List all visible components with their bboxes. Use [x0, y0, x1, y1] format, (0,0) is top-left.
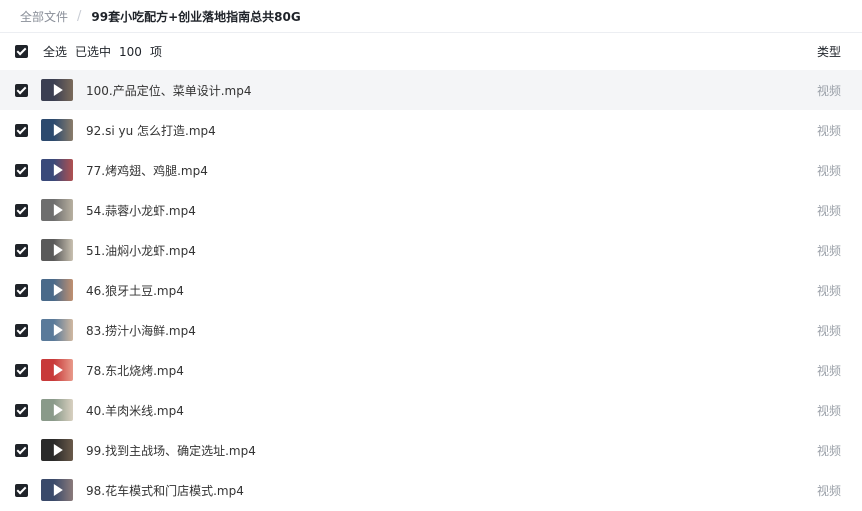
file-row[interactable]: 100.产品定位、菜单设计.mp4 视频 — [0, 70, 862, 110]
video-thumbnail[interactable] — [41, 479, 73, 501]
file-type: 视频 — [816, 363, 841, 378]
file-row[interactable]: 99.找到主战场、确定选址.mp4 视频 — [0, 430, 862, 470]
file-type: 视频 — [816, 283, 841, 298]
file-row[interactable]: 40.羊肉米线.mp4 视频 — [0, 390, 862, 430]
file-type: 视频 — [816, 443, 841, 458]
video-thumbnail[interactable] — [41, 159, 73, 181]
file-checkbox[interactable] — [15, 203, 28, 217]
play-icon — [53, 324, 63, 336]
video-thumbnail[interactable] — [41, 359, 73, 381]
list-header: 全选 已选中 100 项 类型 — [0, 33, 862, 70]
file-row[interactable]: 54.蒜蓉小龙虾.mp4 视频 — [0, 190, 862, 230]
file-checkbox[interactable] — [15, 483, 28, 497]
play-icon — [53, 204, 63, 216]
play-icon — [53, 244, 63, 256]
video-thumbnail[interactable] — [41, 199, 73, 221]
selected-count: 100 — [119, 44, 142, 59]
file-type: 视频 — [816, 83, 841, 98]
video-thumbnail[interactable] — [41, 319, 73, 341]
play-icon — [53, 364, 63, 376]
file-type: 视频 — [816, 123, 841, 138]
file-name[interactable]: 98.花车模式和门店模式.mp4 — [86, 482, 244, 499]
file-type: 视频 — [816, 403, 841, 418]
play-icon — [53, 164, 63, 176]
play-icon — [53, 124, 63, 136]
file-name[interactable]: 54.蒜蓉小龙虾.mp4 — [86, 202, 196, 219]
selected-label: 已选中 — [75, 45, 112, 59]
video-thumbnail[interactable] — [41, 399, 73, 421]
breadcrumb: 全部文件 / 99套小吃配方+创业落地指南总共80G — [0, 0, 862, 33]
play-icon — [53, 444, 63, 456]
file-list: 100.产品定位、菜单设计.mp4 视频 92.si yu 怎么打造.mp4 视频 77… — [0, 70, 862, 510]
file-name[interactable]: 51.油焖小龙虾.mp4 — [86, 242, 196, 259]
video-thumbnail[interactable] — [41, 119, 73, 141]
file-row[interactable]: 51.油焖小龙虾.mp4 视频 — [0, 230, 862, 270]
file-checkbox[interactable] — [15, 83, 28, 97]
play-icon — [53, 484, 63, 496]
file-row[interactable]: 46.狼牙土豆.mp4 视频 — [0, 270, 862, 310]
file-checkbox[interactable] — [15, 163, 28, 177]
video-thumbnail[interactable] — [41, 439, 73, 461]
play-icon — [53, 284, 63, 296]
select-all-label[interactable]: 全选 — [43, 43, 67, 60]
play-icon — [53, 84, 63, 96]
file-name[interactable]: 40.羊肉米线.mp4 — [86, 402, 184, 419]
file-name[interactable]: 77.烤鸡翅、鸡腿.mp4 — [86, 162, 208, 179]
select-all-checkbox[interactable] — [15, 45, 28, 58]
file-type: 视频 — [816, 323, 841, 338]
file-checkbox[interactable] — [15, 323, 28, 337]
file-name[interactable]: 46.狼牙土豆.mp4 — [86, 282, 184, 299]
type-column-header[interactable]: 类型 — [817, 43, 841, 60]
file-row[interactable]: 77.烤鸡翅、鸡腿.mp4 视频 — [0, 150, 862, 190]
file-checkbox[interactable] — [15, 123, 28, 137]
file-row[interactable]: 83.捞汁小海鲜.mp4 视频 — [0, 310, 862, 350]
file-type: 视频 — [816, 243, 841, 258]
breadcrumb-separator: / — [77, 8, 82, 24]
file-name[interactable]: 100.产品定位、菜单设计.mp4 — [86, 82, 251, 99]
file-checkbox[interactable] — [15, 403, 28, 417]
selected-unit: 项 — [149, 45, 162, 59]
play-icon — [53, 404, 63, 416]
file-type: 视频 — [816, 163, 841, 178]
video-thumbnail[interactable] — [41, 79, 73, 101]
file-name[interactable]: 92.si yu 怎么打造.mp4 — [86, 122, 216, 139]
file-checkbox[interactable] — [15, 443, 28, 457]
video-thumbnail[interactable] — [41, 279, 73, 301]
file-name[interactable]: 78.东北烧烤.mp4 — [86, 362, 184, 379]
video-thumbnail[interactable] — [41, 239, 73, 261]
file-checkbox[interactable] — [15, 243, 28, 257]
file-checkbox[interactable] — [15, 363, 28, 377]
file-type: 视频 — [816, 483, 841, 498]
breadcrumb-root-link[interactable]: 全部文件 — [20, 8, 68, 25]
file-row[interactable]: 98.花车模式和门店模式.mp4 视频 — [0, 470, 862, 510]
file-row[interactable]: 78.东北烧烤.mp4 视频 — [0, 350, 862, 390]
file-checkbox[interactable] — [15, 283, 28, 297]
file-name[interactable]: 99.找到主战场、确定选址.mp4 — [86, 442, 256, 459]
breadcrumb-current-folder: 99套小吃配方+创业落地指南总共80G — [91, 9, 301, 24]
file-row[interactable]: 92.si yu 怎么打造.mp4 视频 — [0, 110, 862, 150]
file-type: 视频 — [816, 203, 841, 218]
file-name[interactable]: 83.捞汁小海鲜.mp4 — [86, 322, 196, 339]
